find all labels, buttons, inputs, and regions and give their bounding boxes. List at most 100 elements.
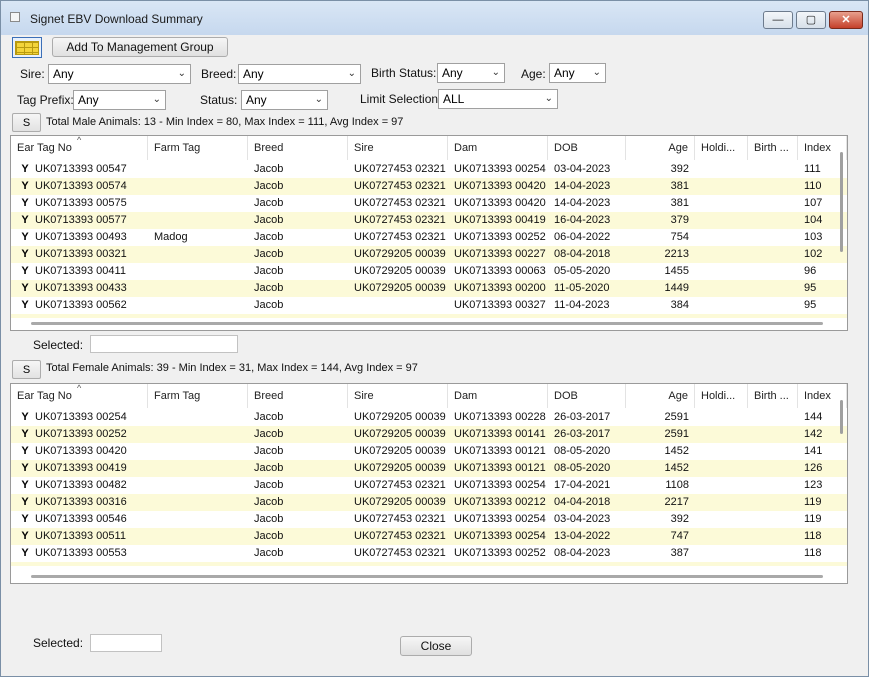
table-row[interactable]: Y UK0713393 00577 Jacob UK0727453 02321 UK07… <box>11 212 847 229</box>
table-row[interactable]: Y UK0713393 00252 Jacob UK0729205 00039 UK07… <box>11 426 847 443</box>
cell-age: 2591 <box>664 411 689 423</box>
cell-sire: UK0729205 00039 <box>354 462 446 474</box>
column-header-sire[interactable]: Sire <box>348 136 448 160</box>
cell-ear-tag-no: UK0713393 00482 <box>35 479 127 491</box>
cell-farm-tag <box>148 545 248 562</box>
table-row[interactable]: Y UK0713393 00575 Jacob UK0727453 02321 UK07… <box>11 195 847 212</box>
cell-holding <box>695 545 748 562</box>
table-row[interactable]: Y UK0713393 00419 Jacob UK0729205 00039 UK07… <box>11 460 847 477</box>
status-select[interactable]: Any ⌄ <box>241 90 328 110</box>
cell-index: 118 <box>804 547 822 559</box>
tag-prefix-select[interactable]: Any ⌄ <box>73 90 166 110</box>
cell-birth-status <box>748 178 798 195</box>
table-row[interactable]: Y UK0713393 00482 Jacob UK0727453 02321 UK07… <box>11 477 847 494</box>
table-row[interactable]: Y UK0713393 00420 Jacob UK0729205 00039 UK07… <box>11 443 847 460</box>
cell-holding <box>695 161 748 178</box>
cell-dob: 08-05-2020 <box>554 445 611 457</box>
cell-dob: 11-04-2023 <box>554 299 610 311</box>
cell-ear-tag-no: UK0713393 00577 <box>35 214 127 226</box>
table-row[interactable]: Y UK0713393 00553 Jacob UK0727453 02321 UK07… <box>11 545 847 562</box>
female-selected-field[interactable] <box>90 634 162 652</box>
add-to-management-group-button[interactable]: Add To Management Group <box>52 37 228 57</box>
birth-status-select[interactable]: Any ⌄ <box>437 63 505 83</box>
cell-age: 381 <box>670 180 689 192</box>
column-header-holding[interactable]: Holdi... <box>695 136 748 160</box>
column-header-dam[interactable]: Dam <box>448 384 548 408</box>
cell-birth-status <box>748 161 798 178</box>
cell-sire: UK0727453 02321 <box>354 231 446 243</box>
status-label: Status: <box>200 93 238 107</box>
cell-sire: UK0729205 00039 <box>354 411 446 423</box>
cell-breed: Jacob <box>254 479 284 491</box>
cell-dob: 11-05-2020 <box>554 282 610 294</box>
chevron-down-icon: ⌄ <box>491 67 500 78</box>
table-row[interactable]: Y UK0713393 00547 Jacob UK0727453 02321 UK07… <box>11 161 847 178</box>
cell-dob: 08-05-2020 <box>554 462 611 474</box>
female-s-button[interactable]: S <box>12 360 41 379</box>
cell-breed: Jacob <box>254 197 284 209</box>
cell-dob: 13-04-2022 <box>554 530 611 542</box>
chevron-down-icon: ⌄ <box>177 68 186 79</box>
tag-prefix-select-value: Any <box>78 93 99 107</box>
table-row[interactable]: Y UK0713393 00546 Jacob UK0727453 02321 UK07… <box>11 511 847 528</box>
cell-sire <box>348 297 448 314</box>
table-row[interactable]: Y UK0713393 00316 Jacob UK0729205 00039 UK07… <box>11 494 847 511</box>
cell-dam: UK0713393 00420 <box>454 180 546 192</box>
table-row[interactable]: Y UK0713393 00511 Jacob UK0727453 02321 UK07… <box>11 528 847 545</box>
table-row[interactable]: Y UK0713393 00411 Jacob UK0729205 00039 UK07… <box>11 263 847 280</box>
table-row[interactable]: Y UK0713393 00433 Jacob UK0729205 00039 UK07… <box>11 280 847 297</box>
cell-birth-status <box>748 195 798 212</box>
cell-dam: UK0713393 00254 <box>454 479 546 491</box>
cell-breed: Jacob <box>254 530 284 542</box>
cell-farm-tag <box>148 477 248 494</box>
table-row[interactable]: Y UK0713393 00493 Madog Jacob UK0727453 0232… <box>11 229 847 246</box>
breed-select[interactable]: Any ⌄ <box>238 64 361 84</box>
female-selected-label: Selected: <box>33 636 84 650</box>
table-row[interactable]: Y UK0713393 00254 Jacob UK0729205 00039 UK07… <box>11 409 847 426</box>
cell-farm-tag <box>148 528 248 545</box>
column-header-age[interactable]: Age <box>626 384 695 408</box>
column-header-age[interactable]: Age <box>626 136 695 160</box>
cell-sire: UK0727453 02321 <box>354 547 446 559</box>
table-row[interactable]: Y UK0713393 00562 Jacob UK0713393 00327 11-0… <box>11 297 847 314</box>
column-header-birth-status[interactable]: Birth ... <box>748 136 798 160</box>
cell-farm-tag <box>148 280 248 297</box>
column-header-holding[interactable]: Holdi... <box>695 384 748 408</box>
cell-dam: UK0713393 00200 <box>454 282 546 294</box>
table-row[interactable]: Y UK0713393 00574 Jacob UK0727453 02321 UK07… <box>11 178 847 195</box>
cell-holding <box>695 178 748 195</box>
age-select[interactable]: Any ⌄ <box>549 63 606 83</box>
column-header-dob[interactable]: DOB <box>548 384 626 408</box>
cell-farm-tag <box>148 178 248 195</box>
table-row[interactable]: Y UK0713393 00321 Jacob UK0729205 00039 UK07… <box>11 246 847 263</box>
column-header-sire[interactable]: Sire <box>348 384 448 408</box>
horizontal-scrollbar[interactable] <box>31 322 823 325</box>
column-header-farm-tag[interactable]: Farm Tag <box>148 136 248 160</box>
column-header-dob[interactable]: DOB <box>548 136 626 160</box>
close-button[interactable]: Close <box>400 636 472 656</box>
minimize-button[interactable]: — <box>763 11 793 29</box>
horizontal-scrollbar[interactable] <box>31 575 823 578</box>
chevron-down-icon: ⌄ <box>544 93 553 104</box>
column-header-birth-status[interactable]: Birth ... <box>748 384 798 408</box>
limit-selection-select[interactable]: ALL ⌄ <box>438 89 558 109</box>
close-window-button[interactable]: ✕ <box>829 11 863 29</box>
column-header-dam[interactable]: Dam <box>448 136 548 160</box>
column-header-farm-tag[interactable]: Farm Tag <box>148 384 248 408</box>
cell-birth-status <box>748 280 798 297</box>
male-selected-field[interactable] <box>90 335 238 353</box>
vertical-scrollbar[interactable] <box>840 400 843 434</box>
female-summary: Total Female Animals: 39 - Min Index = 3… <box>46 362 418 374</box>
cell-birth-status <box>748 229 798 246</box>
sire-select[interactable]: Any ⌄ <box>48 64 191 84</box>
cell-age: 392 <box>670 163 689 175</box>
column-header-breed[interactable]: Breed <box>248 384 348 408</box>
cell-age: 384 <box>670 299 689 311</box>
vertical-scrollbar[interactable] <box>840 152 843 252</box>
male-s-button[interactable]: S <box>12 113 41 132</box>
column-header-breed[interactable]: Breed <box>248 136 348 160</box>
cell-ear-tag-no: UK0713393 00252 <box>35 428 127 440</box>
cell-dob: 08-04-2018 <box>554 248 611 260</box>
maximize-button[interactable]: ▢ <box>796 11 826 29</box>
grid-view-button[interactable] <box>12 37 42 58</box>
